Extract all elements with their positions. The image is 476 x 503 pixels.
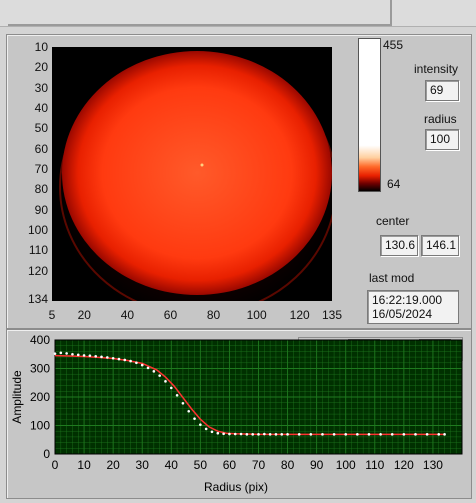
- legend-data-swatch[interactable]: [348, 339, 380, 358]
- image-y-tick: 110: [28, 243, 48, 258]
- center-x-field[interactable]: 130.6: [380, 235, 418, 256]
- scale-max-label: 455: [383, 38, 404, 52]
- image-y-tick: 30: [34, 80, 48, 95]
- center-label: center: [376, 214, 410, 228]
- image-y-tick: 120: [27, 263, 48, 278]
- intensity-field[interactable]: 69: [425, 80, 459, 101]
- last-mod-field: 16:22:19.000 16/05/2024: [367, 290, 459, 324]
- image-y-tick: 100: [27, 222, 48, 237]
- image-hotpixel: [200, 163, 204, 167]
- image-y-tick: 90: [34, 202, 48, 217]
- last-mod-date: 16/05/2024: [372, 307, 433, 321]
- legend-fit-swatch[interactable]: [419, 339, 451, 358]
- last-mod-time: 16:22:19.000: [372, 293, 443, 307]
- toolbar-strip: [0, 0, 476, 27]
- image-x-tick: 100: [246, 308, 267, 322]
- legend-data-label: Data: [314, 341, 340, 355]
- intensity-label: intensity: [414, 62, 459, 76]
- image-x-tick: 80: [206, 308, 221, 322]
- image-y-tick: 70: [34, 161, 48, 176]
- color-scale-bar: [358, 38, 381, 192]
- image-x-tick: 60: [163, 308, 178, 322]
- last-mod-label: last mod: [369, 271, 415, 285]
- image-y-tick: 40: [34, 100, 48, 115]
- image-y-tick: 134: [27, 292, 48, 306]
- center-y-field[interactable]: 146.1: [421, 235, 459, 256]
- radius-label: radius: [424, 112, 457, 126]
- image-spot: [62, 51, 332, 295]
- intensity-image[interactable]: [52, 47, 332, 301]
- image-x-tick: 20: [77, 308, 91, 322]
- legend-fit-label: Fit: [385, 341, 399, 355]
- image-y-tick: 10: [34, 40, 48, 54]
- image-y-tick: 20: [34, 60, 48, 75]
- image-y-tick: 80: [34, 182, 48, 197]
- radius-field[interactable]: 100: [425, 129, 459, 150]
- image-y-tick: 50: [34, 121, 48, 136]
- toolbar-divider: [8, 0, 392, 26]
- scale-min-label: 64: [387, 177, 401, 191]
- image-x-tick: 135: [321, 308, 343, 322]
- image-y-tick: 60: [34, 141, 48, 156]
- image-x-tick: 40: [120, 308, 135, 322]
